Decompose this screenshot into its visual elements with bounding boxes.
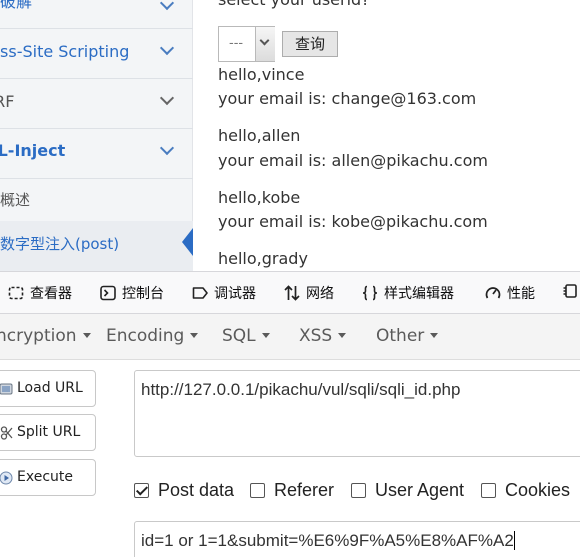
referer-checkbox[interactable]: Referer	[250, 480, 334, 501]
sidebar-item-brute-force[interactable]: 力破解	[0, 0, 193, 29]
sidebar-item-csrf[interactable]: SRF	[0, 79, 193, 129]
sidebar-item-label: 力破解	[0, 0, 33, 11]
tab-inspector[interactable]: 查看器	[8, 283, 72, 305]
result-hello: hello,kobe	[218, 188, 301, 207]
caret-down-icon	[338, 333, 347, 338]
tab-more[interactable]	[562, 283, 580, 305]
sidebar-subitem-numeric-post[interactable]: 数字型注入(post)	[0, 221, 193, 271]
menu-other[interactable]: Other	[376, 326, 439, 346]
user-agent-checkbox[interactable]: User Agent	[351, 480, 464, 501]
result-hello: hello,vince	[218, 65, 305, 84]
tab-label: 网络	[306, 286, 334, 302]
checkbox-label: Referer	[274, 480, 335, 500]
sidebar-item-label: SRF	[0, 92, 15, 111]
checkbox-checked[interactable]	[134, 483, 149, 498]
tab-network[interactable]: 网络	[284, 283, 334, 305]
active-indicator	[182, 228, 193, 256]
result-email: your email is: change@163.com	[218, 89, 477, 108]
sidebar-subitem-label: 数字型注入(post)	[0, 235, 120, 253]
caret-down-icon	[190, 333, 199, 338]
chevron-down-icon	[159, 140, 175, 156]
menu-label: XSS	[299, 326, 333, 346]
load-url-button[interactable]: Load URL	[0, 370, 96, 407]
web-page: 力破解 ross-Site Scripting SRF QL-Inject 概述…	[0, 0, 580, 271]
execute-icon	[0, 471, 13, 485]
console-icon	[100, 285, 116, 301]
checkbox-label: User Agent	[375, 480, 465, 500]
sidebar-item-label: QL-Inject	[0, 141, 66, 160]
cookies-checkbox[interactable]: Cookies	[481, 480, 570, 501]
button-label: Load URL	[17, 380, 83, 396]
query-button[interactable]: 查询	[282, 31, 338, 57]
menu-sql[interactable]: SQL	[222, 326, 270, 346]
inspector-icon	[8, 286, 24, 300]
tab-label: 性能	[507, 286, 535, 302]
chevron-down-icon	[259, 35, 270, 46]
debugger-icon	[192, 287, 208, 299]
chevron-down-icon	[159, 0, 175, 11]
checkbox-label: Cookies	[505, 480, 571, 500]
caret-down-icon	[82, 333, 91, 338]
style-editor-icon	[362, 285, 378, 301]
select-arrow[interactable]	[255, 27, 275, 61]
sidebar-item-xss[interactable]: ross-Site Scripting	[0, 29, 193, 79]
menu-label: ncryption	[0, 326, 77, 346]
tab-style-editor[interactable]: 样式编辑器	[362, 283, 454, 305]
button-label: Execute	[17, 469, 73, 485]
chevron-down-icon	[159, 90, 175, 106]
devtools-toolbar: 查看器 控制台 调试器 网络 样式编辑器 性能	[0, 271, 580, 314]
network-icon	[284, 285, 300, 301]
select-value: ---	[229, 36, 244, 51]
menu-label: Encoding	[106, 326, 185, 346]
post-data-checkbox[interactable]: Post data	[134, 480, 234, 501]
performance-icon	[485, 287, 501, 299]
text-cursor	[513, 531, 515, 550]
caret-down-icon	[261, 333, 270, 338]
memory-icon	[563, 284, 577, 298]
tab-label: 查看器	[30, 286, 72, 302]
checkbox[interactable]	[250, 483, 265, 498]
caret-down-icon	[430, 333, 439, 338]
sidebar: 力破解 ross-Site Scripting SRF QL-Inject 概述…	[0, 0, 193, 271]
post-data-textarea[interactable]: id=1 or 1=1&submit=%E6%9F%A5%E8%AF%A2	[134, 521, 580, 557]
result-email: your email is: allen@pikachu.com	[218, 151, 488, 170]
main-content: select your userid? --- 查询 hello,vince y…	[218, 0, 580, 271]
sidebar-subitem-label: 概述	[0, 191, 31, 209]
button-label: Split URL	[17, 424, 81, 440]
execute-button[interactable]: Execute	[0, 459, 96, 496]
tab-debugger[interactable]: 调试器	[192, 283, 256, 305]
tab-label: 调试器	[214, 286, 256, 302]
split-url-button[interactable]: Split URL	[0, 414, 96, 451]
menu-label: Other	[376, 326, 425, 346]
checkbox-label: Post data	[158, 480, 235, 500]
tab-performance[interactable]: 性能	[485, 283, 535, 305]
sidebar-item-label: ross-Site Scripting	[0, 42, 130, 61]
userid-select[interactable]: ---	[218, 26, 275, 62]
menu-encoding[interactable]: Encoding	[106, 326, 199, 346]
url-textarea[interactable]: http://127.0.0.1/pikachu/vul/sqli/sqli_i…	[134, 370, 580, 457]
post-data-value: id=1 or 1=1&submit=%E6%9F%A5%E8%AF%A2	[141, 531, 514, 550]
hackbar-panel: ncryption Encoding SQL XSS Other Load UR…	[0, 314, 580, 557]
split-url-icon	[0, 426, 13, 440]
chevron-down-icon	[159, 40, 175, 56]
menu-encryption[interactable]: ncryption	[0, 326, 91, 346]
checkbox[interactable]	[481, 483, 496, 498]
result-hello: hello,grady	[218, 249, 308, 268]
sidebar-item-sql-inject[interactable]: QL-Inject	[0, 129, 193, 179]
tab-console[interactable]: 控制台	[100, 283, 164, 305]
checkbox[interactable]	[351, 483, 366, 498]
result-email: your email is: kobe@pikachu.com	[218, 212, 488, 231]
userid-question: select your userid?	[218, 0, 370, 9]
result-hello: hello,allen	[218, 126, 301, 145]
sidebar-subitem-overview[interactable]: 概述	[0, 181, 193, 219]
menu-label: SQL	[222, 326, 256, 346]
menu-xss[interactable]: XSS	[299, 326, 347, 346]
load-url-icon	[0, 383, 13, 395]
tab-label: 控制台	[122, 286, 164, 302]
hackbar-menu: ncryption Encoding SQL XSS Other	[0, 314, 580, 360]
tab-label: 样式编辑器	[384, 286, 454, 302]
